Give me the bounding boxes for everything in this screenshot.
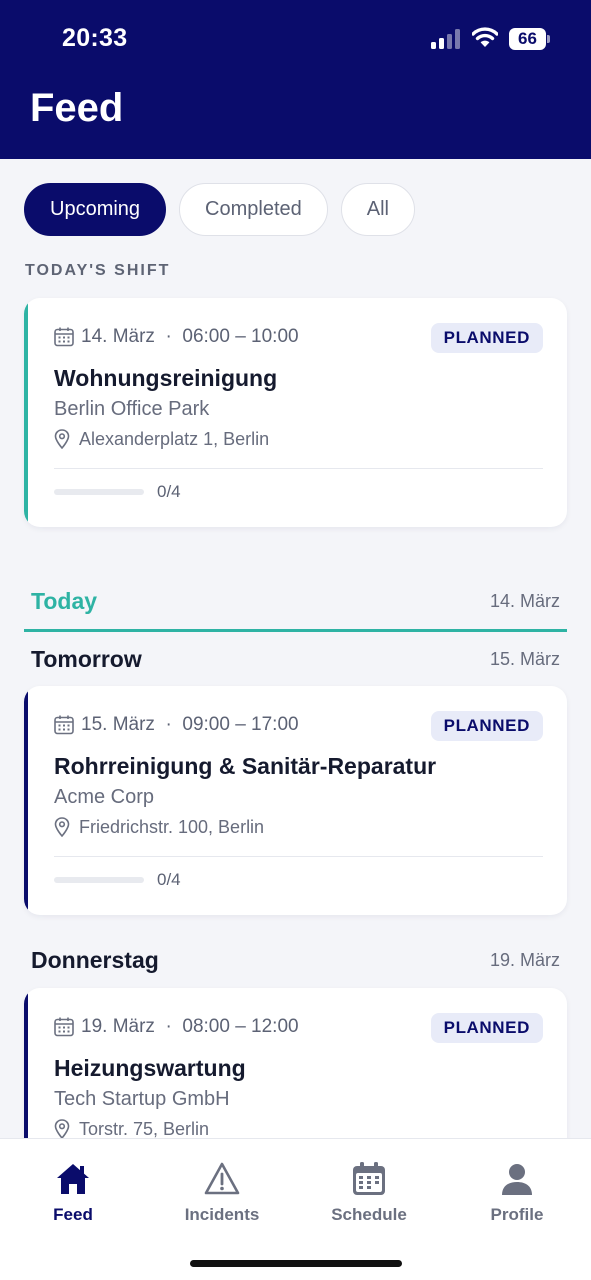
battery-level: 66 — [509, 28, 546, 50]
tab-label: Schedule — [331, 1205, 407, 1224]
card-accent-bar — [24, 298, 28, 527]
card-divider — [54, 468, 543, 469]
card-address: Torstr. 75, Berlin — [79, 1119, 210, 1139]
card-date-time: 15. März · 09:00 – 17:00 — [81, 714, 299, 736]
card-date-time: 19. März · 08:00 – 12:00 — [81, 1016, 299, 1038]
location-pin-icon — [54, 1119, 70, 1139]
tab-label: Incidents — [184, 1205, 260, 1224]
card-date-time: 14. März · 06:00 – 10:00 — [81, 326, 299, 348]
card-meta-row: 15. März · 09:00 – 17:00 PLANNED — [54, 711, 543, 741]
status-badge: PLANNED — [430, 711, 543, 741]
card-accent-bar — [24, 686, 28, 915]
card-date: 15. März — [81, 714, 155, 735]
card-title: Heizungswartung — [54, 1055, 246, 1081]
day-header-donnerstag: Donnerstag 19. März — [31, 947, 560, 977]
shift-card[interactable]: 15. März · 09:00 – 17:00 PLANNED Rohrrei… — [24, 686, 567, 915]
day-name: Donnerstag — [31, 947, 159, 973]
tab-schedule[interactable]: Schedule — [309, 1161, 429, 1225]
day-date: 15. März — [489, 649, 560, 669]
date-separator: · — [165, 714, 172, 735]
status-badge: PLANNED — [430, 1013, 543, 1043]
task-progress-text: 0/4 — [157, 482, 181, 501]
card-date: 14. März — [81, 326, 155, 347]
battery-indicator: 66 — [509, 28, 550, 50]
filter-all[interactable]: All — [340, 183, 415, 236]
filter-chips: Upcoming Completed All — [24, 183, 415, 236]
calendar-icon — [54, 1017, 74, 1037]
task-progress-bar — [54, 877, 144, 883]
todays-shift-label: TODAY'S SHIFT — [25, 262, 171, 279]
card-address: Alexanderplatz 1, Berlin — [79, 429, 270, 449]
day-name: Today — [31, 588, 98, 614]
tab-feed[interactable]: Feed — [13, 1161, 133, 1225]
warning-icon — [204, 1162, 240, 1195]
tab-incidents[interactable]: Incidents — [162, 1161, 282, 1225]
calendar-icon — [353, 1162, 385, 1195]
card-meta-row: 19. März · 08:00 – 12:00 PLANNED — [54, 1013, 543, 1043]
cellular-signal-icon — [431, 29, 460, 49]
card-time: 06:00 – 10:00 — [182, 326, 299, 347]
card-title: Wohnungsreinigung — [54, 365, 278, 391]
date-separator: · — [165, 1016, 172, 1037]
calendar-icon — [54, 715, 74, 735]
day-date: 19. März — [489, 950, 560, 970]
bottom-tab-bar: Feed Incidents Schedule Profile — [0, 1138, 591, 1280]
day-name: Tomorrow — [31, 646, 142, 672]
card-date: 19. März — [81, 1016, 155, 1037]
day-date: 14. März — [489, 591, 560, 611]
page-title: Feed — [30, 86, 124, 130]
task-progress-bar — [54, 489, 144, 495]
shift-card-today[interactable]: 14. März · 06:00 – 10:00 PLANNED Wohnung… — [24, 298, 567, 527]
card-address: Friedrichstr. 100, Berlin — [79, 817, 265, 837]
home-icon — [57, 1164, 89, 1194]
card-meta-row: 14. März · 06:00 – 10:00 PLANNED — [54, 323, 543, 353]
tab-label: Profile — [490, 1205, 544, 1224]
card-time: 09:00 – 17:00 — [182, 714, 299, 735]
card-title: Rohrreinigung & Sanitär-Reparatur — [54, 753, 437, 779]
status-badge: PLANNED — [430, 323, 543, 353]
date-separator: · — [165, 326, 172, 347]
app-header: 20:33 66 Feed — [0, 0, 591, 159]
filter-upcoming[interactable]: Upcoming — [24, 183, 167, 236]
task-progress-text: 0/4 — [157, 870, 181, 889]
day-header-tomorrow: Tomorrow 15. März — [31, 646, 560, 676]
user-icon — [502, 1164, 532, 1195]
today-underline — [24, 629, 567, 632]
wifi-icon — [472, 27, 498, 47]
status-time: 20:33 — [62, 24, 128, 52]
location-pin-icon — [54, 817, 70, 837]
day-header-today: Today 14. März — [31, 588, 560, 618]
calendar-icon — [54, 327, 74, 347]
card-company: Tech Startup GmbH — [54, 1088, 230, 1110]
battery-tip — [547, 35, 550, 43]
filter-completed[interactable]: Completed — [179, 183, 328, 236]
home-indicator — [190, 1260, 402, 1267]
tab-label: Feed — [53, 1205, 93, 1224]
tab-profile[interactable]: Profile — [457, 1161, 577, 1225]
card-divider — [54, 856, 543, 857]
card-time: 08:00 – 12:00 — [182, 1016, 299, 1037]
location-pin-icon — [54, 429, 70, 449]
card-company: Acme Corp — [54, 786, 155, 808]
card-company: Berlin Office Park — [54, 398, 210, 420]
